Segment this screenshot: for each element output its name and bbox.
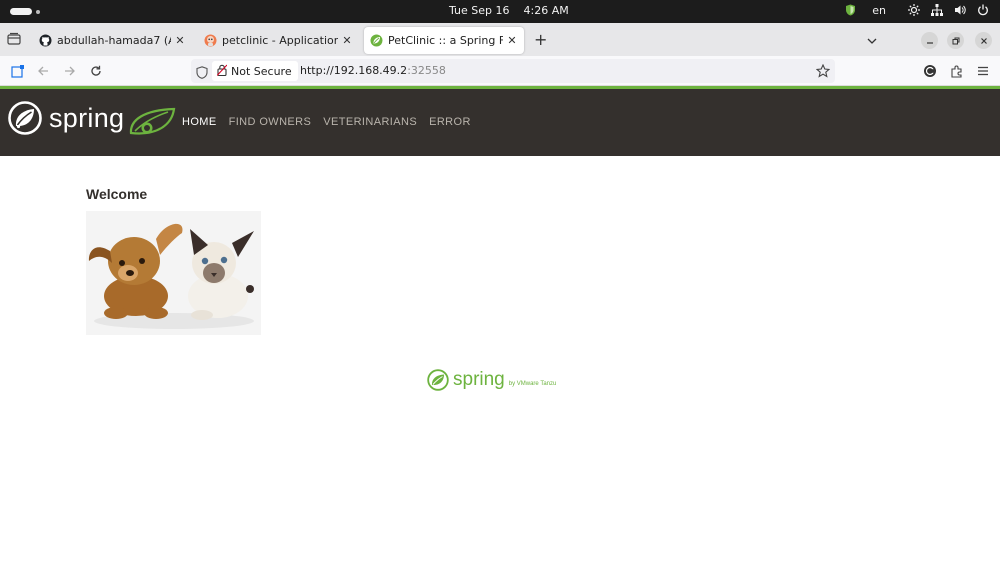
pets-image xyxy=(86,211,261,335)
volume-icon[interactable] xyxy=(953,3,967,17)
github-icon xyxy=(39,34,52,47)
tab-title: abdullah-hamada7 (Abdullah xyxy=(57,34,171,47)
broken-lock-icon xyxy=(216,64,228,79)
nav-find-owners[interactable]: FIND OWNERS xyxy=(229,116,312,128)
welcome-heading: Welcome xyxy=(86,186,148,202)
tab-title: petclinic - Application Details xyxy=(222,34,338,47)
not-secure-label: Not Secure xyxy=(231,64,292,78)
close-window-button[interactable] xyxy=(975,32,992,49)
spring-logo-icon xyxy=(8,101,42,135)
spring-leaf-badge-icon xyxy=(128,106,176,142)
clock-time: 4:26 AM xyxy=(523,4,569,17)
bookmark-star-icon[interactable] xyxy=(815,63,831,82)
nav-error[interactable]: ERROR xyxy=(429,116,471,128)
close-tab-icon[interactable]: ✕ xyxy=(506,34,518,47)
spring-logo[interactable]: spring xyxy=(8,101,124,135)
forward-arrow-icon[interactable] xyxy=(62,63,78,79)
spring-leaf-icon xyxy=(370,34,383,47)
system-tray[interactable]: en xyxy=(843,3,990,17)
tab-github[interactable]: abdullah-hamada7 (Abdullah ✕ xyxy=(33,27,192,54)
power-icon[interactable] xyxy=(976,3,990,17)
petclinic-navbar: spring HOME FIND OWNERS VETERINARIANS ER… xyxy=(0,89,1000,156)
hamburger-menu-icon[interactable] xyxy=(975,63,991,79)
brand-wordmark: spring xyxy=(49,102,125,133)
system-clock[interactable]: Tue Sep 16 4:26 AM xyxy=(449,4,569,17)
system-top-bar: Tue Sep 16 4:26 AM en xyxy=(0,0,1000,23)
nav-veterinarians[interactable]: VETERINARIANS xyxy=(323,116,417,128)
keyboard-layout-indicator[interactable]: en xyxy=(872,4,886,17)
restore-window-button[interactable] xyxy=(947,32,964,49)
connection-security-indicator[interactable]: Not Secure xyxy=(212,61,298,81)
workspace-active-pill xyxy=(10,8,32,15)
sidebar-toggle-icon[interactable] xyxy=(10,63,26,79)
spring-logo-icon xyxy=(427,369,449,391)
tab-overview-icon[interactable] xyxy=(6,31,22,47)
footer-spring-logo[interactable]: spring by VMware Tanzu xyxy=(427,369,556,391)
account-icon[interactable] xyxy=(922,63,938,79)
tracking-protection-icon[interactable] xyxy=(196,64,208,83)
close-tab-icon[interactable]: ✕ xyxy=(174,34,186,47)
workspace-dot xyxy=(36,9,40,14)
chevron-down-icon[interactable] xyxy=(866,32,878,51)
back-arrow-icon[interactable] xyxy=(35,63,51,79)
clock-date: Tue Sep 16 xyxy=(449,4,510,17)
extensions-puzzle-icon[interactable] xyxy=(949,63,965,79)
url-host: http://192.168.49.2 xyxy=(300,64,408,77)
shield-icon[interactable] xyxy=(843,3,857,17)
minimize-window-button[interactable] xyxy=(921,32,938,49)
network-icon[interactable] xyxy=(930,3,944,17)
url-port: :32558 xyxy=(407,64,446,77)
address-bar[interactable]: Not Secure http://192.168.49.2:32558 xyxy=(191,59,835,83)
tab-title: PetClinic :: a Spring Framework xyxy=(388,34,503,47)
close-tab-icon[interactable]: ✕ xyxy=(341,34,353,47)
nav-home[interactable]: HOME xyxy=(182,116,217,128)
reload-icon[interactable] xyxy=(88,63,104,79)
tab-argocd[interactable]: petclinic - Application Details ✕ xyxy=(198,27,359,54)
footer-wordmark: spring xyxy=(453,369,505,390)
activities-indicator[interactable] xyxy=(10,8,40,15)
main-nav: HOME FIND OWNERS VETERINARIANS ERROR xyxy=(182,116,471,128)
argo-icon xyxy=(204,34,217,47)
url-text[interactable]: http://192.168.49.2:32558 xyxy=(300,64,446,77)
brightness-icon[interactable] xyxy=(907,3,921,17)
tab-petclinic[interactable]: PetClinic :: a Spring Framework ✕ xyxy=(364,27,524,54)
browser-tab-bar: abdullah-hamada7 (Abdullah ✕ petclinic -… xyxy=(0,23,1000,56)
new-tab-button[interactable]: + xyxy=(534,30,547,49)
browser-nav-bar: Not Secure http://192.168.49.2:32558 xyxy=(0,56,1000,86)
footer-tagline: by VMware Tanzu xyxy=(508,381,557,387)
